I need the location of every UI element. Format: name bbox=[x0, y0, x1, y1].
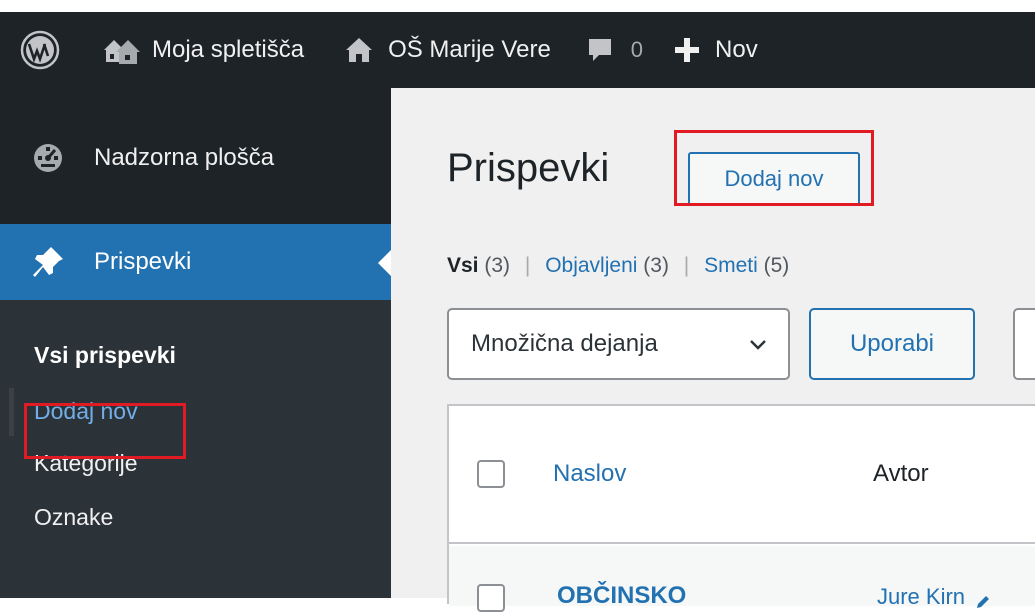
post-author-cell: Jure Kirn bbox=[877, 584, 991, 610]
submenu-tags[interactable]: Oznake bbox=[34, 504, 113, 531]
select-all-checkbox[interactable] bbox=[477, 460, 505, 488]
posts-table: Naslov Avtor OBČINSKO Jure Kirn bbox=[447, 404, 1035, 612]
page-title: Prispevki bbox=[447, 146, 610, 190]
sidebar-item-label: Nadzorna plošča bbox=[94, 144, 275, 171]
post-author-link[interactable]: Jure Kirn bbox=[877, 584, 965, 609]
new-content-label: Nov bbox=[715, 36, 758, 63]
site-name-label: OŠ Marije Vere bbox=[388, 36, 551, 63]
table-header: Naslov Avtor bbox=[449, 406, 1035, 544]
sidebar-item-posts[interactable]: Prispevki bbox=[0, 224, 391, 300]
apply-button[interactable]: Uporabi bbox=[809, 308, 975, 380]
pencil-icon bbox=[975, 590, 991, 609]
view-label: Smeti bbox=[704, 254, 758, 277]
view-count: (3) bbox=[484, 254, 511, 277]
comment-icon bbox=[585, 35, 615, 65]
comments-menu[interactable]: 0 bbox=[585, 12, 643, 88]
submenu-all-posts[interactable]: Vsi prispevki bbox=[34, 342, 176, 369]
home-icon bbox=[344, 35, 374, 65]
bulk-actions-select[interactable]: Množična dejanja bbox=[447, 308, 790, 380]
view-count: (5) bbox=[763, 254, 790, 277]
dashboard-gauge-icon bbox=[30, 140, 66, 176]
admin-bar: Moja spletišča OŠ Marije Vere 0 Nov bbox=[0, 0, 1035, 88]
bulk-actions-value: Množična dejanja bbox=[471, 330, 658, 357]
wordpress-logo-icon[interactable] bbox=[20, 30, 60, 70]
separator: | bbox=[683, 254, 690, 277]
view-published-link[interactable]: Objavljeni bbox=[545, 254, 637, 277]
submenu-add-new-highlight bbox=[24, 403, 186, 459]
my-sites-label: Moja spletišča bbox=[152, 36, 305, 63]
view-count: (3) bbox=[643, 254, 669, 277]
column-title-header[interactable]: Naslov bbox=[553, 460, 626, 488]
pushpin-icon bbox=[30, 244, 66, 280]
comments-count: 0 bbox=[630, 37, 644, 62]
date-filter-select[interactable] bbox=[1013, 308, 1035, 380]
sidebar-item-label: Prispevki bbox=[94, 248, 192, 275]
add-new-button-highlight bbox=[674, 130, 874, 206]
site-name-menu[interactable]: OŠ Marije Vere bbox=[344, 12, 551, 88]
admin-sidebar: Nadzorna plošča Prispevki Vsi prispevki … bbox=[0, 88, 391, 598]
view-label: Objavljeni bbox=[545, 254, 638, 277]
column-author-header: Avtor bbox=[873, 460, 929, 487]
my-sites-icon bbox=[100, 34, 140, 66]
view-label: Vsi bbox=[447, 254, 479, 277]
post-status-filter: Vsi (3) | Objavljeni (3) | Smeti (5) bbox=[447, 254, 789, 278]
table-row: OBČINSKO Jure Kirn bbox=[449, 546, 1035, 612]
new-content-menu[interactable]: Nov bbox=[673, 12, 758, 88]
row-checkbox[interactable] bbox=[477, 584, 505, 612]
view-trash-link[interactable]: Smeti bbox=[704, 254, 758, 277]
my-sites-menu[interactable]: Moja spletišča bbox=[100, 12, 304, 88]
plus-icon bbox=[673, 36, 701, 64]
submenu-indicator bbox=[0, 388, 14, 436]
post-title-link[interactable]: OBČINSKO bbox=[557, 582, 686, 610]
sidebar-item-dashboard[interactable]: Nadzorna plošča bbox=[0, 120, 391, 196]
separator: | bbox=[524, 254, 531, 277]
view-all-link[interactable]: Vsi bbox=[447, 254, 479, 277]
chevron-down-icon bbox=[748, 334, 768, 354]
